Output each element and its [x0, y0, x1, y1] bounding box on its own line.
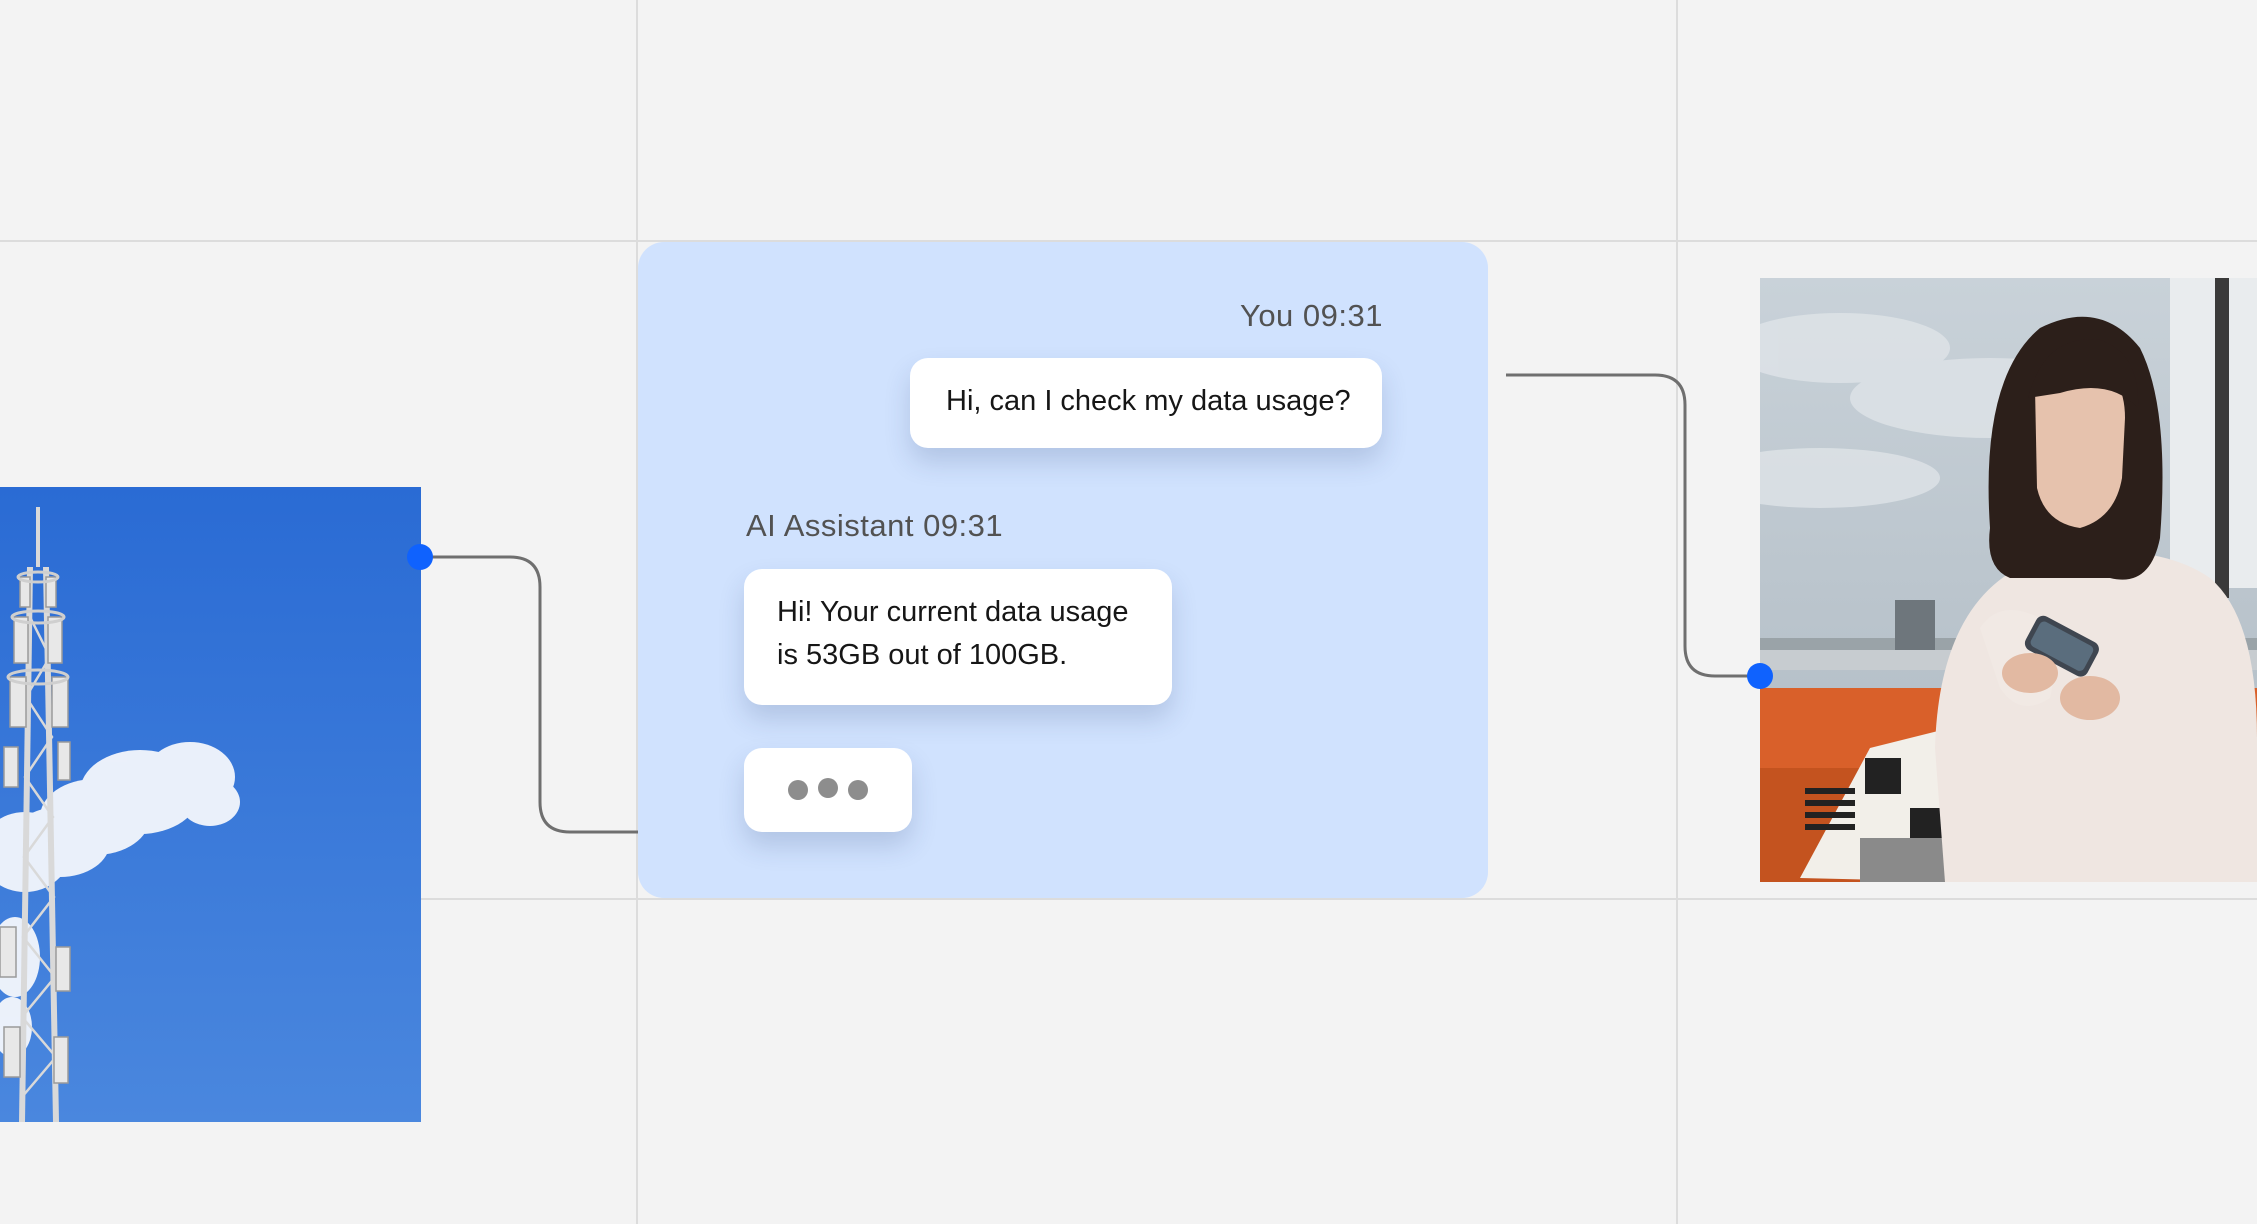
woman-using-phone-photo	[1760, 278, 2257, 882]
chat-panel: You 09:31 Hi, can I check my data usage?…	[638, 242, 1488, 898]
connector-left	[420, 555, 638, 834]
cell-tower-photo	[0, 487, 421, 1122]
grid-line-vertical	[1676, 0, 1678, 1224]
connector-right	[1506, 373, 1760, 678]
typing-dot	[848, 780, 868, 800]
typing-indicator	[744, 748, 912, 832]
message-header-assistant: AI Assistant 09:31	[746, 508, 1004, 543]
typing-dot	[818, 778, 838, 798]
user-message-bubble: Hi, can I check my data usage?	[910, 358, 1382, 448]
assistant-message-bubble: Hi! Your current data usage is 53GB out …	[744, 569, 1172, 705]
connector-anchor-dot	[407, 544, 433, 570]
typing-dot	[788, 780, 808, 800]
message-header-user: You 09:31	[1239, 298, 1383, 333]
connector-anchor-dot	[1747, 663, 1773, 689]
